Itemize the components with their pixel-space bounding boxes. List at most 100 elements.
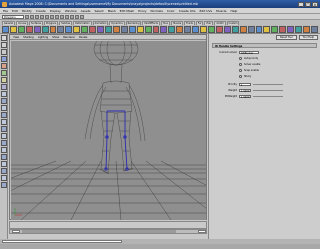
menu-set-select[interactable]: Polygons: [2, 14, 24, 19]
select-hierarchy-icon[interactable]: [40, 14, 44, 19]
ipr-render-icon[interactable]: [75, 14, 79, 19]
layout-icon[interactable]: [1, 126, 7, 132]
move-icon[interactable]: [1, 56, 7, 62]
layout-icon[interactable]: [1, 91, 7, 97]
layout-icon[interactable]: [1, 98, 7, 104]
shelf-tool-icon[interactable]: [279, 26, 287, 33]
shelf-tool-icon[interactable]: [73, 26, 81, 33]
shelf-tool-icon[interactable]: [239, 26, 247, 33]
time-slider[interactable]: [9, 221, 207, 229]
layout-icon[interactable]: [1, 140, 7, 146]
vp-menu-show[interactable]: Show: [52, 36, 59, 39]
menu-create[interactable]: Create: [36, 9, 46, 13]
snap-point-icon[interactable]: [65, 14, 69, 19]
layout-icon[interactable]: [1, 133, 7, 139]
poweight-field[interactable]: 1.0000: [239, 94, 251, 99]
shelf-tool-icon[interactable]: [2, 26, 9, 33]
layout-icon[interactable]: [1, 161, 7, 167]
save-scene-icon[interactable]: [35, 14, 39, 19]
menu-modify[interactable]: Modify: [22, 9, 32, 13]
weight-slider[interactable]: [253, 89, 283, 92]
menu-edit-uvs[interactable]: Edit UVs: [200, 9, 213, 13]
shelf-tool-icon[interactable]: [255, 26, 263, 33]
layout-icon[interactable]: [1, 182, 7, 188]
paint-select-icon[interactable]: [1, 49, 7, 55]
shelf-tool-icon[interactable]: [303, 26, 310, 33]
end-time-field[interactable]: [198, 229, 206, 234]
close-button[interactable]: ×: [312, 1, 318, 7]
shelf-tool-icon[interactable]: [41, 26, 49, 33]
shelf-tool-icon[interactable]: [160, 26, 168, 33]
shelf-tool-icon[interactable]: [97, 26, 104, 33]
layout-icon[interactable]: [1, 119, 7, 125]
layout-icon[interactable]: [1, 112, 7, 118]
layout-icon[interactable]: [1, 147, 7, 153]
priority-field[interactable]: 1: [239, 82, 251, 87]
shelf-tool-icon[interactable]: [120, 26, 128, 33]
mel-command-input[interactable]: [2, 239, 122, 244]
shelf-tool-icon[interactable]: [247, 26, 255, 33]
snap-curve-icon[interactable]: [60, 14, 64, 19]
range-bar[interactable]: [22, 230, 176, 233]
render-settings-icon[interactable]: [80, 14, 84, 19]
vp-menu-panels[interactable]: Panels: [79, 36, 87, 39]
layout-icon[interactable]: [1, 168, 7, 174]
menu-help[interactable]: Help: [230, 9, 237, 13]
shelf-tool-icon[interactable]: [25, 26, 33, 33]
shelf-tool-icon[interactable]: [223, 26, 231, 33]
scale-icon[interactable]: [1, 70, 7, 76]
select-component-icon[interactable]: [50, 14, 54, 19]
vp-menu-view[interactable]: View: [13, 36, 19, 39]
shelf-tool-icon[interactable]: [57, 26, 65, 33]
shelf-tool-icon[interactable]: [104, 26, 112, 33]
select-icon[interactable]: [1, 35, 7, 41]
shelf-tool-icon[interactable]: [200, 26, 207, 33]
reset-tool-button[interactable]: Reset Tool: [276, 35, 297, 40]
sticky-checkbox[interactable]: [239, 75, 242, 78]
shelf-tool-icon[interactable]: [9, 26, 17, 33]
shelf-tool-icon[interactable]: [215, 26, 223, 33]
menu-proxy[interactable]: Proxy: [138, 9, 146, 13]
menu-select[interactable]: Select: [94, 9, 103, 13]
menu-file[interactable]: File: [3, 9, 8, 13]
shelf-tool-icon[interactable]: [263, 26, 271, 33]
shelf-tool-icon[interactable]: [192, 26, 200, 33]
menu-mesh[interactable]: Mesh: [108, 9, 116, 13]
maximize-button[interactable]: □: [305, 1, 311, 7]
weight-field[interactable]: 1.0000: [239, 88, 251, 93]
shelf-tool-icon[interactable]: [49, 26, 57, 33]
menu-edit[interactable]: Edit: [12, 9, 18, 13]
shelf-tool-icon[interactable]: [17, 26, 25, 33]
shelf-tool-icon[interactable]: [310, 26, 318, 33]
vp-menu-renderer[interactable]: Renderer: [63, 36, 75, 39]
layout-icon[interactable]: [1, 175, 7, 181]
menu-window[interactable]: Window: [65, 9, 77, 13]
select-object-icon[interactable]: [45, 14, 49, 19]
shelf-tool-icon[interactable]: [207, 26, 215, 33]
shelf-tool-icon[interactable]: [128, 26, 136, 33]
viewport-canvas[interactable]: [11, 41, 206, 220]
shelf-tool-icon[interactable]: [144, 26, 152, 33]
menu-display[interactable]: Display: [50, 9, 61, 13]
tool-help-button[interactable]: Tool Help: [298, 35, 318, 40]
poweight-slider[interactable]: [253, 95, 283, 98]
shelf-tool-icon[interactable]: [176, 26, 184, 33]
shelf-tool-icon[interactable]: [33, 26, 41, 33]
menu-normals[interactable]: Normals: [151, 9, 163, 13]
layout-icon[interactable]: [1, 105, 7, 111]
menu-create-uvs[interactable]: Create UVs: [179, 9, 196, 13]
last-tool-icon[interactable]: [1, 84, 7, 90]
render-icon[interactable]: [70, 14, 74, 19]
shelf-tool-icon[interactable]: [89, 26, 97, 33]
minimize-button[interactable]: _: [298, 1, 304, 7]
current-solver-select[interactable]: ikRPsolver: [239, 50, 259, 55]
vp-menu-lighting[interactable]: Lighting: [38, 36, 48, 39]
shelf-tool-icon[interactable]: [65, 26, 73, 33]
lasso-icon[interactable]: [1, 42, 7, 48]
solver-enable-checkbox[interactable]: [239, 63, 242, 66]
shelf-tool-icon[interactable]: [295, 26, 303, 33]
shelf-tool-icon[interactable]: [81, 26, 89, 33]
priority-slider[interactable]: [253, 83, 283, 86]
snap-enable-checkbox[interactable]: [239, 69, 242, 72]
vp-menu-shading[interactable]: Shading: [23, 36, 34, 39]
